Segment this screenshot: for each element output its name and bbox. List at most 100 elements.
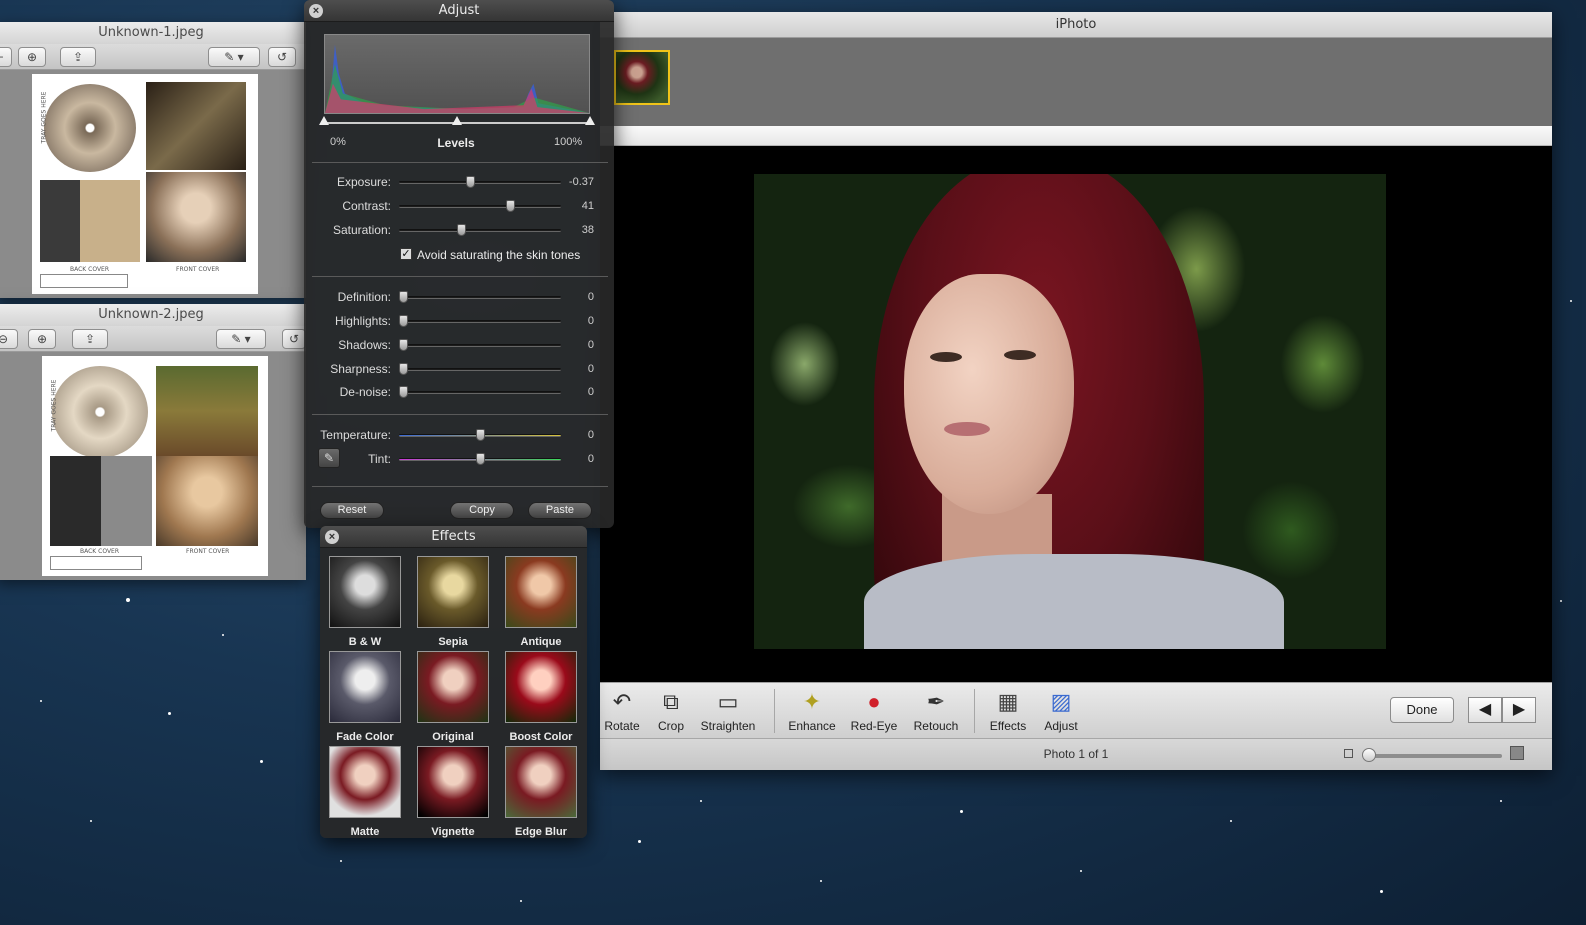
red-eye-button[interactable]: ● Red-Eye: [844, 689, 904, 733]
adjust-icon: ▨: [1050, 689, 1072, 714]
front-cover-label: FRONT COVER: [176, 266, 220, 273]
slider-track[interactable]: [399, 368, 561, 371]
close-icon[interactable]: ×: [309, 4, 323, 18]
slider-track[interactable]: [399, 181, 561, 184]
avoid-skin-checkbox[interactable]: ✓: [400, 248, 412, 260]
slider-track[interactable]: [399, 344, 561, 347]
tool-label: Enhance: [788, 719, 836, 733]
slider-knob[interactable]: [399, 339, 408, 351]
slider-label: Sharpness:: [330, 362, 391, 376]
slider-track[interactable]: [399, 320, 561, 323]
slider-knob[interactable]: [399, 386, 408, 398]
effect-label: Fade Color: [336, 731, 394, 743]
crop-button[interactable]: ⧉ Crop: [641, 689, 701, 733]
rotate-button[interactable]: ↺: [268, 47, 296, 67]
tracklist-image: [40, 180, 140, 262]
slider-knob[interactable]: [475, 453, 485, 465]
share-button[interactable]: ⇪: [60, 47, 96, 67]
share-button[interactable]: ⇪: [72, 329, 108, 349]
effect-antique[interactable]: Antique: [497, 556, 585, 651]
levels-black-point[interactable]: [319, 116, 329, 125]
effects-panel: Effects × B & W Sepia Antique Fade Color Ori…: [320, 526, 587, 838]
slider-track[interactable]: [399, 391, 561, 394]
slider-knob[interactable]: [399, 291, 408, 303]
front-cover-label: FRONT COVER: [186, 548, 230, 555]
levels-mid-point[interactable]: [452, 116, 462, 125]
rotate-button[interactable]: ↺: [282, 329, 306, 349]
effect-label: Original: [432, 731, 474, 743]
zoom-in-button[interactable]: ⊕: [18, 47, 46, 67]
eyedropper-icon[interactable]: ✎: [318, 448, 340, 468]
barcode-image: [50, 556, 142, 570]
next-photo-button[interactable]: ▶: [1502, 697, 1536, 723]
enhance-button[interactable]: ✦ Enhance: [782, 689, 842, 733]
zoom-slider-track[interactable]: [1368, 754, 1502, 758]
slider-value: 0: [587, 339, 594, 351]
effect-label: B & W: [348, 636, 382, 648]
effect-b-w[interactable]: B & W: [321, 556, 409, 651]
slider-knob[interactable]: [399, 315, 408, 327]
copy-button[interactable]: Copy: [450, 502, 514, 519]
window-title: iPhoto: [600, 12, 1552, 38]
straighten-button[interactable]: ▭ Straighten: [698, 689, 758, 733]
zoom-slider-knob[interactable]: [1362, 748, 1376, 762]
done-button[interactable]: Done: [1390, 697, 1454, 723]
effect-boost-color[interactable]: Boost Color: [497, 651, 585, 746]
slider-value: 38: [581, 224, 594, 236]
slider-track[interactable]: [399, 205, 561, 208]
adjust-panel: Adjust × 0% Levels 100% Exposure: -0.37 Co…: [304, 0, 614, 528]
effect-sepia[interactable]: Sepia: [409, 556, 497, 651]
effect-label: Antique: [520, 636, 562, 648]
photo-thumbnail[interactable]: [614, 50, 670, 105]
levels-max-label: 100%: [554, 136, 583, 148]
portrait-photo[interactable]: [754, 174, 1386, 649]
edit-toolbar: ↶ Rotate ⧉ Crop ▭ Straighten ✦ Enhance ● Red-Eye ✒…: [600, 682, 1552, 738]
adjust-button[interactable]: ▨ Adjust: [1031, 689, 1091, 733]
panel-title: Effects: [320, 526, 587, 548]
zoom-out-button[interactable]: ⊖: [0, 329, 18, 349]
slider-track[interactable]: [399, 229, 561, 232]
document-page: TRAY GOES HERE BACK COVER FRONT COVER: [42, 356, 268, 576]
red-eye-icon: ●: [867, 689, 881, 714]
levels-white-point[interactable]: [585, 116, 595, 125]
close-icon[interactable]: ×: [325, 530, 339, 544]
zoom-out-button[interactable]: −: [0, 47, 12, 67]
front-cover-image-2: [146, 172, 246, 262]
slider-value: 0: [587, 386, 594, 398]
effects-button[interactable]: ▦ Effects: [978, 689, 1038, 733]
toolbar-divider: [774, 689, 775, 733]
document-page: TRAY GOES HERE BACK COVER FRONT COVER: [32, 74, 258, 294]
slider-knob[interactable]: [457, 224, 467, 236]
effect-preview: [505, 556, 577, 628]
iphoto-window: iPhoto ↶ Rotate ⧉ Crop ▭ Straighten ✦ Enhance ● R…: [600, 12, 1552, 770]
tool-label: Rotate: [604, 719, 640, 733]
cd-disc-image: [52, 366, 148, 458]
paste-button[interactable]: Paste: [528, 502, 592, 519]
previous-photo-button[interactable]: ◀: [1468, 697, 1502, 723]
slider-value: 0: [587, 291, 594, 303]
annotate-button[interactable]: ✎ ▾: [208, 47, 260, 67]
effect-vignette[interactable]: Vignette: [409, 746, 497, 841]
slider-label: Temperature:: [320, 428, 391, 442]
splitter[interactable]: [600, 126, 1552, 146]
effect-matte[interactable]: Matte: [321, 746, 409, 841]
effect-original[interactable]: Original: [409, 651, 497, 746]
slider-track[interactable]: [399, 296, 561, 299]
window-title: Unknown-1.jpeg: [0, 22, 306, 44]
zoom-in-button[interactable]: ⊕: [28, 329, 56, 349]
effect-label: Edge Blur: [515, 826, 567, 838]
slider-knob[interactable]: [475, 429, 485, 441]
reset-button[interactable]: Reset: [320, 502, 384, 519]
retouch-button[interactable]: ✒ Retouch: [906, 689, 966, 733]
slider-label: Highlights:: [334, 314, 391, 328]
effect-fade-color[interactable]: Fade Color: [321, 651, 409, 746]
slider-knob[interactable]: [466, 176, 476, 188]
slider-knob[interactable]: [399, 363, 408, 375]
effect-preview: [329, 746, 401, 818]
slider-value: -0.37: [568, 176, 594, 188]
small-thumb-icon: [1344, 749, 1353, 758]
annotate-button[interactable]: ✎ ▾: [216, 329, 266, 349]
slider-knob[interactable]: [506, 200, 516, 212]
effect-edge-blur[interactable]: Edge Blur: [497, 746, 585, 841]
slider-value: 0: [587, 315, 594, 327]
